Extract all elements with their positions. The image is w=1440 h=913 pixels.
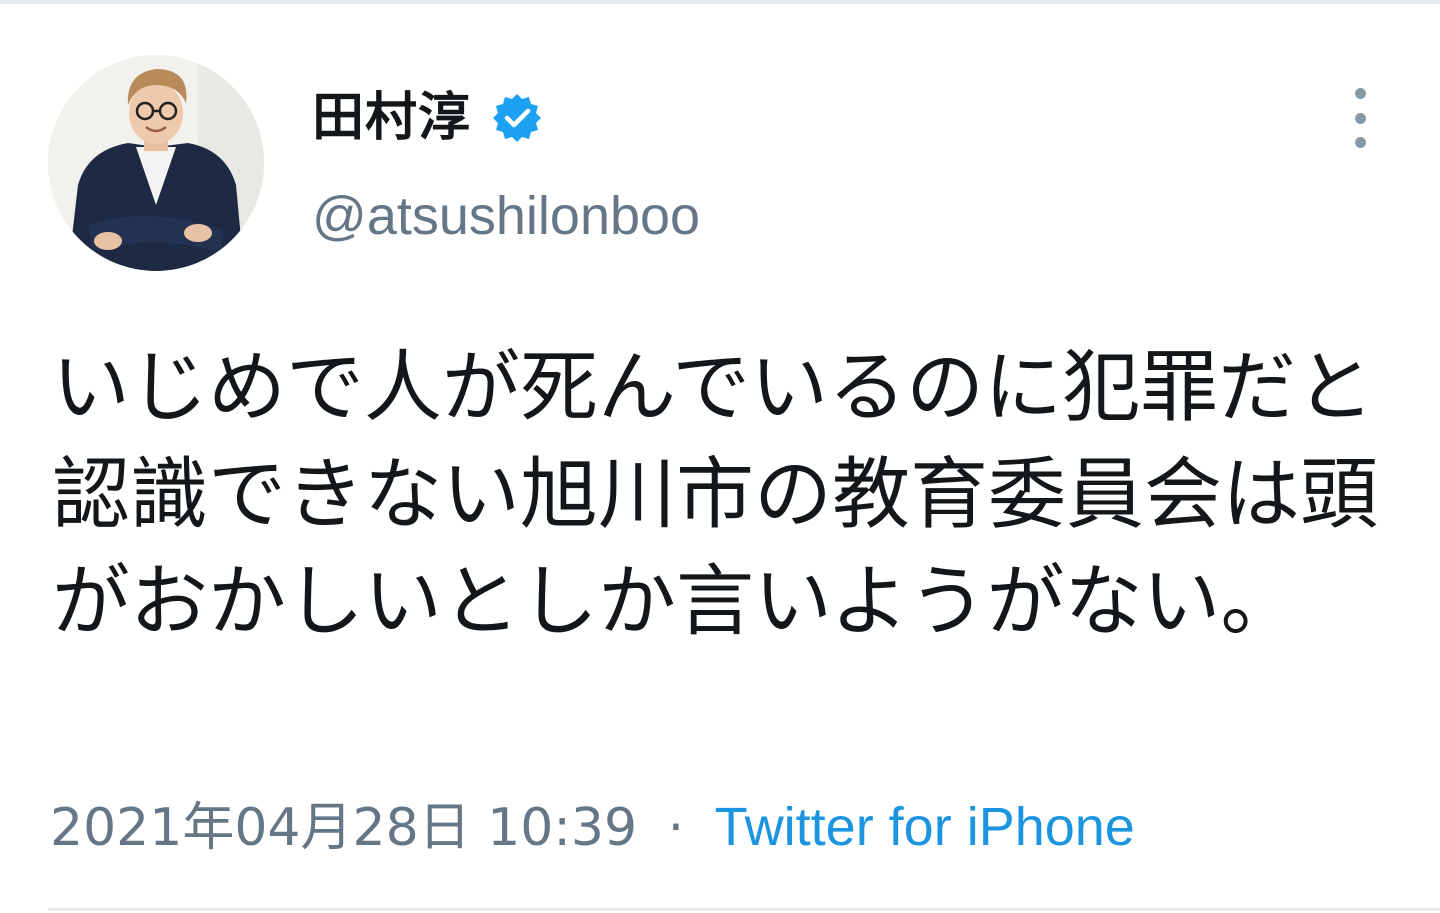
bottom-divider xyxy=(48,908,1440,911)
more-vertical-icon[interactable] xyxy=(1340,88,1380,148)
author-row[interactable]: 田村淳 xyxy=(312,82,543,154)
top-divider xyxy=(0,0,1440,4)
menu-dot xyxy=(1354,88,1366,99)
verified-badge-icon xyxy=(491,92,543,144)
tweet-source-link[interactable]: Twitter for iPhone xyxy=(715,797,1135,857)
tweet-timestamp[interactable]: 2021年04月28日 10:39 xyxy=(50,798,637,858)
menu-dot xyxy=(1354,112,1366,124)
user-handle[interactable]: @atsushilonboo xyxy=(312,184,700,248)
display-name[interactable]: 田村淳 xyxy=(312,82,471,154)
menu-dot xyxy=(1354,137,1366,148)
tweet-meta: 2021年04月28日 10:39 · Twitter for iPhone xyxy=(50,792,1135,863)
avatar[interactable] xyxy=(48,55,264,271)
profile-photo xyxy=(48,55,264,271)
tweet-text: いじめで人が死んでいるのに犯罪だと認識できない旭川市の教育委員会は頭がおかしいと… xyxy=(52,343,1379,647)
meta-separator: · xyxy=(667,798,685,858)
